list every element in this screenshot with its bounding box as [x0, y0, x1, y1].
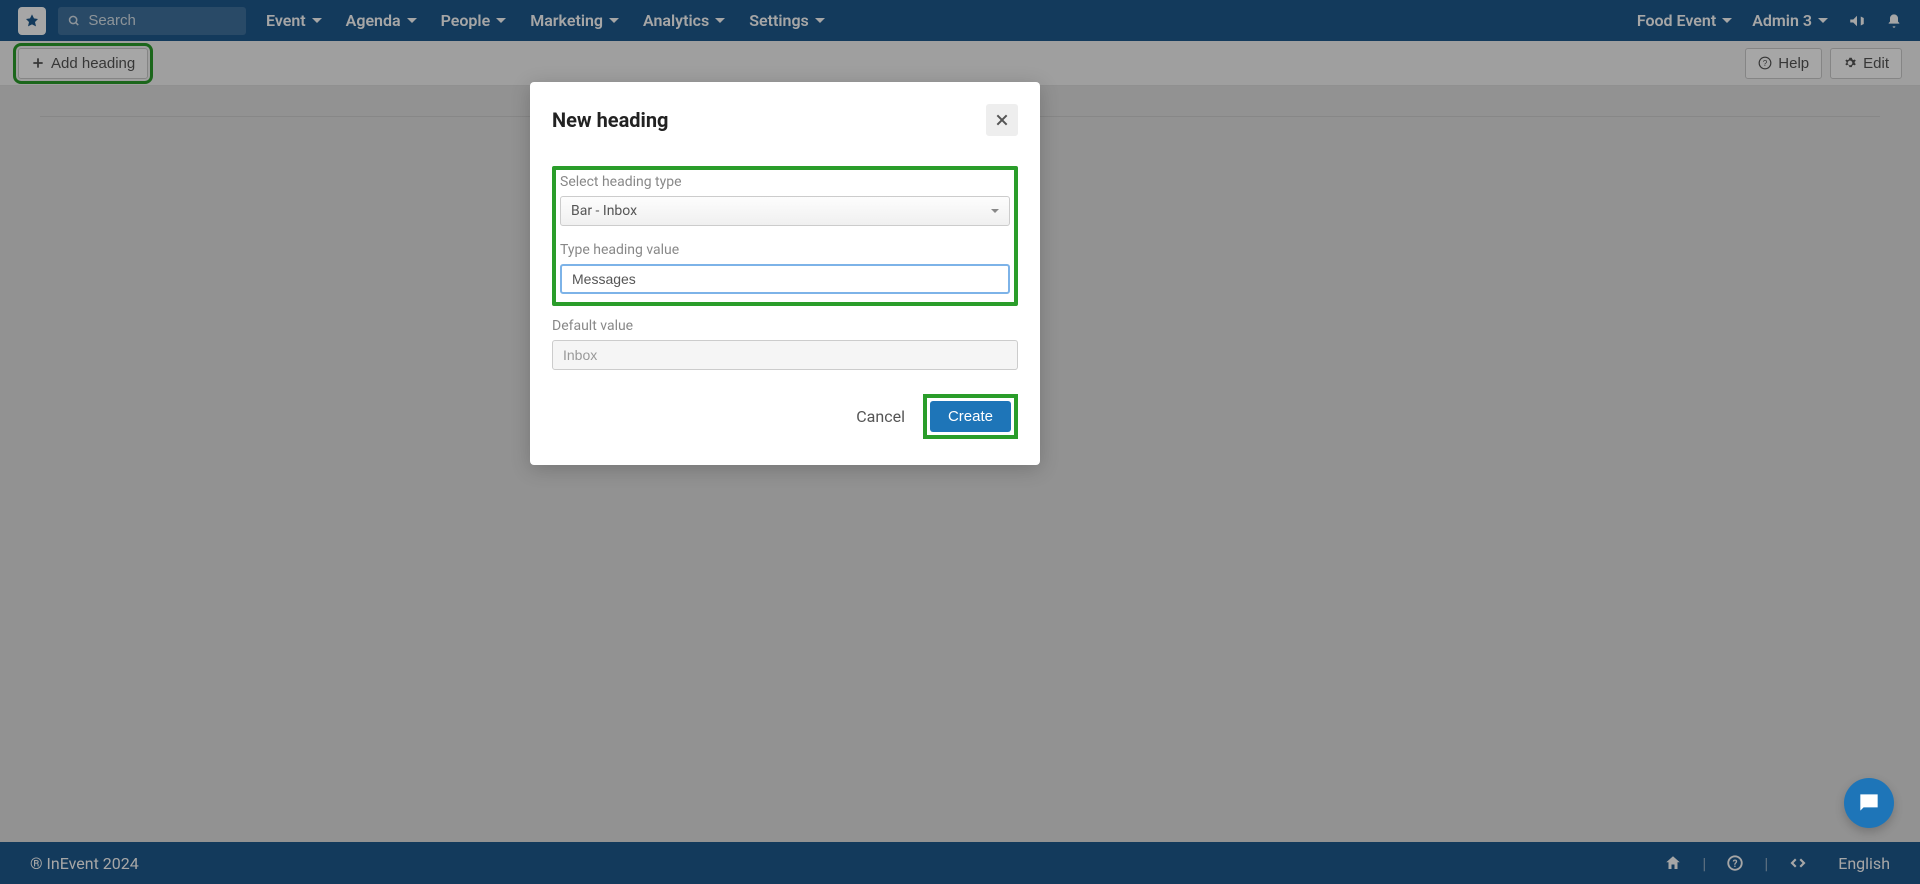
dropdown-arrow-icon: [991, 209, 999, 213]
highlighted-create-wrapper: Create: [923, 394, 1018, 439]
chat-icon: [1856, 790, 1882, 816]
heading-type-select[interactable]: Bar - Inbox: [560, 196, 1010, 226]
highlighted-form-section: Select heading type Bar - Inbox Type hea…: [552, 166, 1018, 306]
new-heading-modal: New heading Select heading type Bar - In…: [530, 82, 1040, 465]
modal-footer: Cancel Create: [552, 394, 1018, 439]
heading-type-group: Select heading type Bar - Inbox: [560, 174, 1010, 226]
heading-type-label: Select heading type: [560, 174, 1010, 190]
close-icon: [994, 112, 1010, 128]
chat-widget[interactable]: [1844, 778, 1894, 828]
create-button[interactable]: Create: [930, 401, 1011, 432]
heading-value-label: Type heading value: [560, 242, 1010, 258]
modal-close-button[interactable]: [986, 104, 1018, 136]
heading-value-group: Type heading value: [560, 242, 1010, 294]
heading-value-input[interactable]: [560, 264, 1010, 294]
modal-title: New heading: [552, 108, 668, 132]
modal-header: New heading: [552, 104, 1018, 136]
cancel-button[interactable]: Cancel: [856, 407, 905, 426]
default-value-label: Default value: [552, 318, 1018, 334]
default-value-group: Default value: [552, 318, 1018, 370]
default-value-input: [552, 340, 1018, 370]
